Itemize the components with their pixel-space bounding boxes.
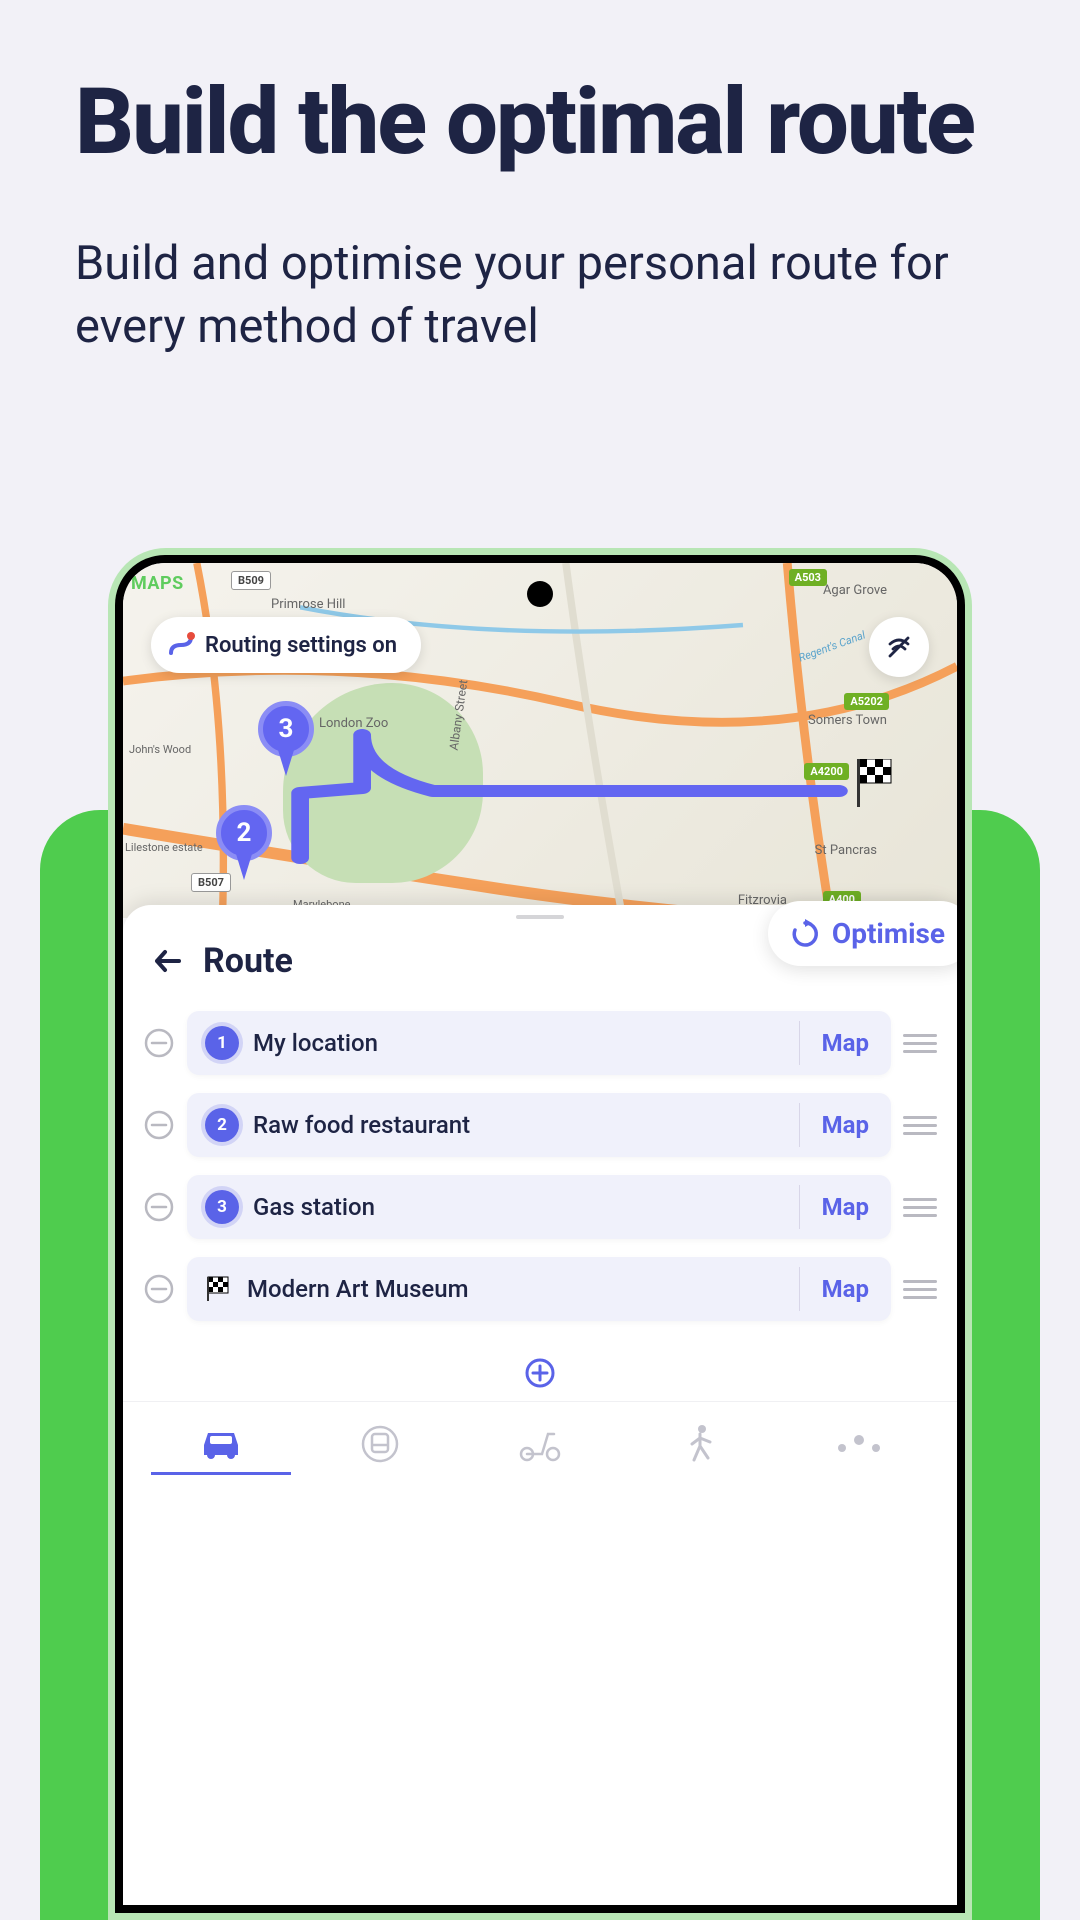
stop-number-badge: 1 — [205, 1026, 239, 1060]
stop-name: Modern Art Museum — [247, 1275, 469, 1303]
refresh-icon — [790, 919, 820, 949]
stop-card[interactable]: 3 Gas station Map — [187, 1175, 891, 1239]
map-pin-destination[interactable] — [855, 759, 897, 815]
map-pin-2[interactable]: 2 — [216, 805, 272, 861]
map-pin-3[interactable]: 3 — [258, 701, 314, 757]
map-link[interactable]: Map — [800, 1111, 891, 1139]
stop-card[interactable]: Modern Art Museum Map — [187, 1257, 891, 1321]
drag-handle[interactable] — [903, 1108, 937, 1142]
stop-name: My location — [253, 1029, 378, 1057]
stop-number-badge: 2 — [205, 1108, 239, 1142]
camera-notch — [527, 581, 553, 607]
stop-name: Raw food restaurant — [253, 1111, 470, 1139]
tab-transit[interactable] — [301, 1416, 461, 1472]
minus-circle-icon — [143, 1273, 175, 1305]
back-button[interactable] — [151, 944, 185, 978]
map-link[interactable]: Map — [800, 1275, 891, 1303]
checkered-flag-icon — [205, 1275, 233, 1303]
stop-row: Modern Art Museum Map — [143, 1257, 937, 1321]
arrow-left-icon — [151, 944, 185, 978]
tab-taxi[interactable] — [779, 1426, 939, 1462]
remove-stop-button[interactable] — [143, 1109, 175, 1141]
stop-name: Gas station — [253, 1193, 375, 1221]
routing-settings-chip[interactable]: Routing settings on — [151, 617, 421, 673]
minus-circle-icon — [143, 1109, 175, 1141]
optimise-button[interactable]: Optimise — [768, 901, 957, 966]
route-panel: Optimise Route 1 My location Map — [123, 905, 957, 1905]
drag-handle[interactable] — [903, 1272, 937, 1306]
tab-car[interactable] — [141, 1419, 301, 1469]
remove-stop-button[interactable] — [143, 1027, 175, 1059]
drag-handle[interactable] — [903, 1026, 937, 1060]
route-pin-icon — [167, 631, 195, 659]
wifi-off-button[interactable] — [869, 617, 929, 677]
routing-chip-label: Routing settings on — [205, 633, 397, 658]
tab-scooter[interactable] — [460, 1418, 620, 1470]
remove-stop-button[interactable] — [143, 1273, 175, 1305]
map-link[interactable]: Map — [800, 1193, 891, 1221]
stop-card[interactable]: 2 Raw food restaurant Map — [187, 1093, 891, 1157]
walk-icon — [686, 1424, 714, 1464]
stop-card[interactable]: 1 My location Map — [187, 1011, 891, 1075]
plus-circle-icon — [524, 1357, 556, 1389]
stop-row: 1 My location Map — [143, 1011, 937, 1075]
page-title: Build the optimal route — [75, 75, 1005, 172]
stop-row: 2 Raw food restaurant Map — [143, 1093, 937, 1157]
transport-tabs — [123, 1401, 957, 1472]
minus-circle-icon — [143, 1027, 175, 1059]
car-icon — [198, 1427, 244, 1461]
panel-title: Route — [203, 941, 293, 981]
minus-circle-icon — [143, 1191, 175, 1223]
scooter-icon — [518, 1426, 562, 1462]
add-stop-button[interactable] — [524, 1357, 556, 1393]
page-subtitle: Build and optimise your personal route f… — [75, 232, 1005, 359]
tab-walk[interactable] — [620, 1416, 780, 1472]
phone-frame: MAPS Primrose Hill Agar Grove — [108, 548, 972, 1920]
wifi-off-icon — [884, 632, 914, 662]
stop-number-badge: 3 — [205, 1190, 239, 1224]
stop-row: 3 Gas station Map — [143, 1175, 937, 1239]
map-link[interactable]: Map — [800, 1029, 891, 1057]
map-view[interactable]: MAPS Primrose Hill Agar Grove — [123, 563, 957, 918]
remove-stop-button[interactable] — [143, 1191, 175, 1223]
transit-icon — [360, 1424, 400, 1464]
taxi-icon — [836, 1434, 882, 1454]
optimise-label: Optimise — [832, 917, 945, 950]
drag-handle[interactable] — [903, 1190, 937, 1224]
